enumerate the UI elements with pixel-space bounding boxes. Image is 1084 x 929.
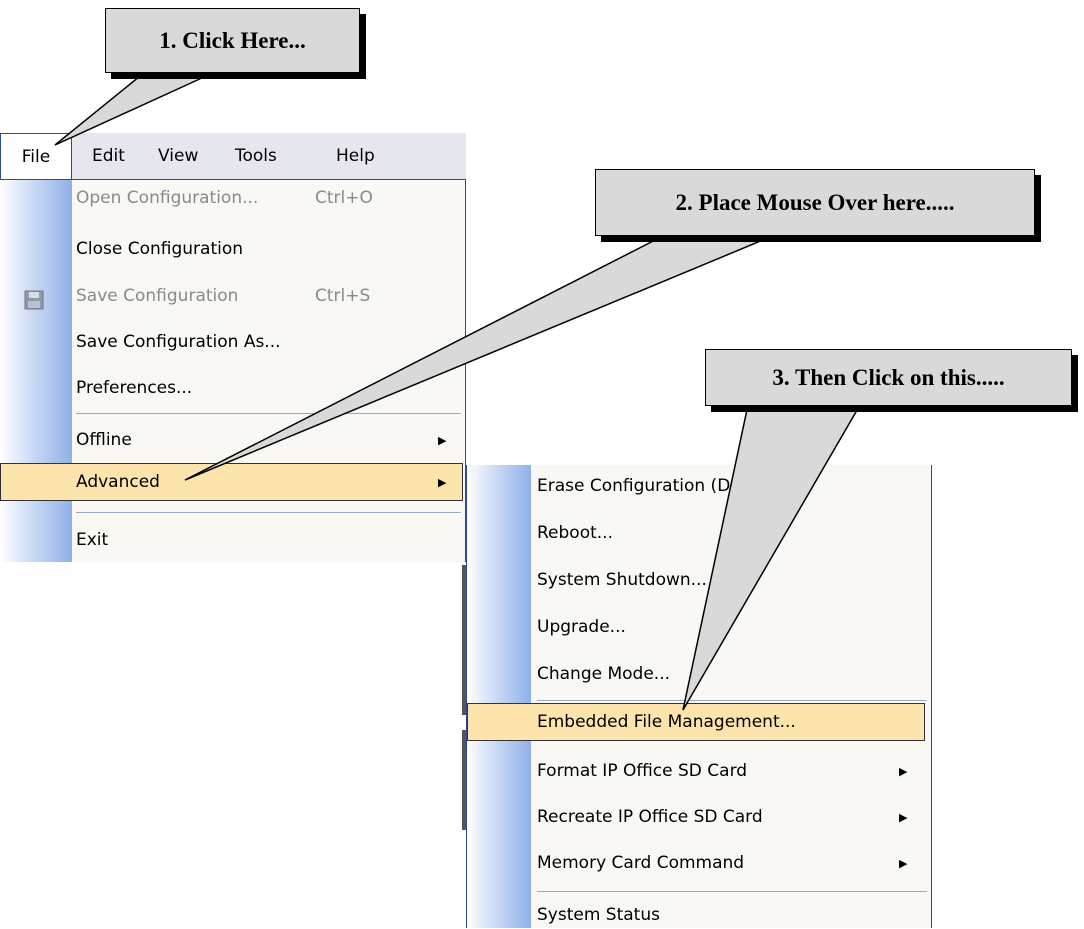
callout-step-1: 1. Click Here... xyxy=(105,8,360,73)
callout-pointers xyxy=(54,71,862,711)
callout-step-3: 3. Then Click on this..... xyxy=(705,349,1072,406)
callout-step-2: 2. Place Mouse Over here..... xyxy=(595,169,1035,236)
